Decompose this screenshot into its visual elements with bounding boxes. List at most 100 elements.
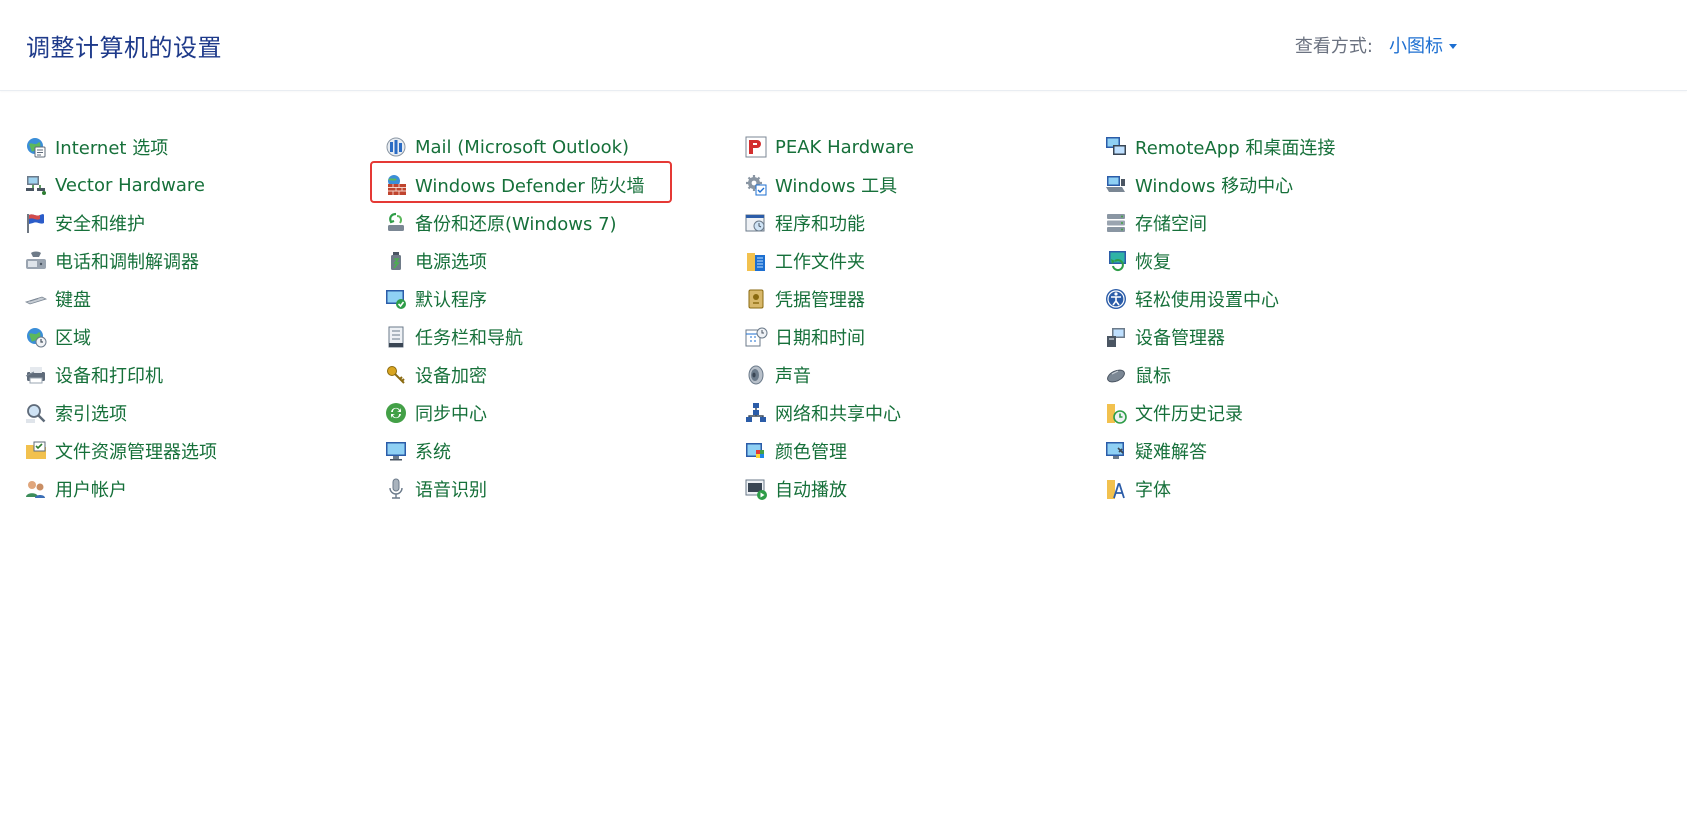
control-panel-item[interactable]: 索引选项 — [24, 394, 384, 432]
mouse-icon — [1104, 363, 1128, 387]
autoplay-icon — [744, 477, 768, 501]
control-panel-item[interactable]: 自动播放 — [744, 470, 1104, 508]
control-panel-item-label: 颜色管理 — [775, 442, 847, 463]
backup-icon — [384, 211, 408, 235]
control-panel-item[interactable]: 字体 — [1104, 470, 1464, 508]
control-panel-item[interactable]: 鼠标 — [1104, 356, 1464, 394]
control-panel-item[interactable]: 默认程序 — [384, 280, 744, 318]
control-panel-item-label: 电源选项 — [415, 252, 487, 273]
taskbar-icon — [384, 325, 408, 349]
control-panel-item-label: 设备管理器 — [1135, 328, 1225, 349]
programs-icon — [744, 211, 768, 235]
control-panel-item-label: 文件历史记录 — [1135, 404, 1243, 425]
default-programs-icon — [384, 287, 408, 311]
control-panel-item-label: Windows Defender 防火墙 — [415, 176, 645, 197]
control-panel-item[interactable]: 键盘 — [24, 280, 384, 318]
network-hardware-icon — [24, 173, 48, 197]
control-panel-item-label: 声音 — [775, 366, 811, 387]
control-panel-item-label: 自动播放 — [775, 480, 847, 501]
control-panel-item-label: 网络和共享中心 — [775, 404, 901, 425]
control-panel-item[interactable]: 轻松使用设置中心 — [1104, 280, 1464, 318]
control-panel-item[interactable]: PEAK Hardware — [744, 128, 1104, 166]
file-history-icon — [1104, 401, 1128, 425]
control-panel-item[interactable]: 设备加密 — [384, 356, 744, 394]
storage-icon — [1104, 211, 1128, 235]
control-panel-item-label: 默认程序 — [415, 290, 487, 311]
control-panel-item-label: 程序和功能 — [775, 214, 865, 235]
control-panel-item-label: 文件资源管理器选项 — [55, 442, 217, 463]
control-panel-item-label: 同步中心 — [415, 404, 487, 425]
internet-options-icon — [24, 135, 48, 159]
printer-icon — [24, 363, 48, 387]
control-panel-item-label: 轻松使用设置中心 — [1135, 290, 1279, 311]
control-panel-item-label: 工作文件夹 — [775, 252, 865, 273]
control-panel-item[interactable]: 凭据管理器 — [744, 280, 1104, 318]
mail-icon — [384, 135, 408, 159]
magnifier-icon — [24, 401, 48, 425]
control-panel-item[interactable]: 任务栏和导航 — [384, 318, 744, 356]
control-panel-item[interactable]: 用户帐户 — [24, 470, 384, 508]
control-panel-item-label: 用户帐户 — [55, 480, 127, 501]
control-panel-item-label: 设备和打印机 — [55, 366, 163, 387]
color-icon — [744, 439, 768, 463]
control-panel-item[interactable]: 设备管理器 — [1104, 318, 1464, 356]
control-panel-item[interactable]: Internet 选项 — [24, 128, 384, 166]
control-panel-item-label: 存储空间 — [1135, 214, 1207, 235]
keyboard-icon — [24, 287, 48, 311]
page-title: 调整计算机的设置 — [26, 34, 222, 62]
control-panel-window: 调整计算机的设置 查看方式: 小图标 Internet 选项 Vector Har… — [0, 0, 1687, 833]
control-panel-item-label: Mail (Microsoft Outlook) — [415, 136, 630, 158]
control-panel-item[interactable]: Windows Defender 防火墙 — [384, 166, 744, 204]
control-panel-item-label: 任务栏和导航 — [415, 328, 523, 349]
view-by: 查看方式: 小图标 — [1295, 32, 1457, 58]
control-panel-item[interactable]: 疑难解答 — [1104, 432, 1464, 470]
control-panel-item[interactable]: 设备和打印机 — [24, 356, 384, 394]
control-panel-item-label: 系统 — [415, 442, 451, 463]
control-panel-item-label: 安全和维护 — [55, 214, 145, 235]
folder-options-icon — [24, 439, 48, 463]
view-by-value: 小图标 — [1389, 36, 1443, 57]
control-panel-item-label: 凭据管理器 — [775, 290, 865, 311]
control-panel-item[interactable]: 文件资源管理器选项 — [24, 432, 384, 470]
globe-clock-icon — [24, 325, 48, 349]
troubleshoot-icon — [1104, 439, 1128, 463]
key-icon — [384, 363, 408, 387]
control-panel-item[interactable]: 程序和功能 — [744, 204, 1104, 242]
font-icon — [1104, 477, 1128, 501]
control-panel-item-label: 键盘 — [55, 290, 91, 311]
control-panel-item-label: Internet 选项 — [55, 138, 169, 159]
control-panel-item-label: PEAK Hardware — [775, 136, 914, 158]
control-panel-item[interactable]: 文件历史记录 — [1104, 394, 1464, 432]
control-panel-item-label: Windows 工具 — [775, 176, 898, 197]
control-panel-item[interactable]: 电话和调制解调器 — [24, 242, 384, 280]
control-panel-item[interactable]: 区域 — [24, 318, 384, 356]
control-panel-item[interactable]: 系统 — [384, 432, 744, 470]
control-panel-item[interactable]: 网络和共享中心 — [744, 394, 1104, 432]
control-panel-item[interactable]: Windows 工具 — [744, 166, 1104, 204]
control-panel-item[interactable]: 声音 — [744, 356, 1104, 394]
control-panel-item[interactable]: Vector Hardware — [24, 166, 384, 204]
control-panel-item[interactable]: 工作文件夹 — [744, 242, 1104, 280]
control-panel-item[interactable]: 语音识别 — [384, 470, 744, 508]
gear-icon — [744, 173, 768, 197]
credential-icon — [744, 287, 768, 311]
view-by-dropdown[interactable]: 小图标 — [1389, 32, 1457, 58]
power-options-icon — [384, 249, 408, 273]
control-panel-item[interactable]: RemoteApp 和桌面连接 — [1104, 128, 1464, 166]
recovery-icon — [1104, 249, 1128, 273]
control-panel-item-label: RemoteApp 和桌面连接 — [1135, 138, 1336, 159]
control-panel-item[interactable]: 颜色管理 — [744, 432, 1104, 470]
microphone-icon — [384, 477, 408, 501]
user-accounts-icon — [24, 477, 48, 501]
control-panel-item[interactable]: 备份和还原(Windows 7) — [384, 204, 744, 242]
control-panel-item[interactable]: 同步中心 — [384, 394, 744, 432]
control-panel-item[interactable]: 安全和维护 — [24, 204, 384, 242]
control-panel-item[interactable]: 电源选项 — [384, 242, 744, 280]
control-panel-item[interactable]: 恢复 — [1104, 242, 1464, 280]
speaker-icon — [744, 363, 768, 387]
control-panel-item[interactable]: 存储空间 — [1104, 204, 1464, 242]
control-panel-item-label: Vector Hardware — [55, 174, 205, 196]
control-panel-item[interactable]: 日期和时间 — [744, 318, 1104, 356]
control-panel-item[interactable]: Mail (Microsoft Outlook) — [384, 128, 744, 166]
control-panel-item[interactable]: Windows 移动中心 — [1104, 166, 1464, 204]
